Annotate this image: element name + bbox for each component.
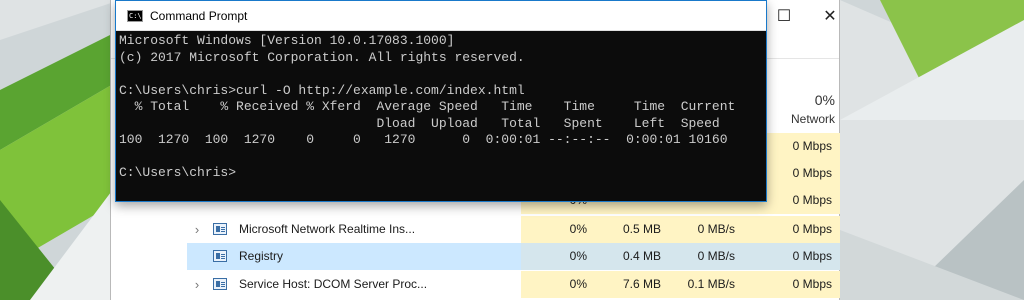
- memory-usage: 0.4 MB: [595, 243, 669, 270]
- process-row[interactable]: › Service Host: DCOM Server Proc... 0% 7.6 …: [187, 271, 840, 298]
- process-icon: [213, 216, 229, 243]
- command-prompt-window[interactable]: C:\ Command Prompt Microsoft Windows [Ve…: [115, 0, 767, 202]
- close-button[interactable]: ✕: [807, 0, 853, 32]
- process-name: Microsoft Network Realtime Ins...: [239, 222, 416, 236]
- process-icon: [213, 243, 229, 270]
- service-icon: [213, 278, 227, 290]
- service-icon: [213, 250, 227, 262]
- network-usage-percent: 0%: [814, 92, 835, 108]
- maximize-button[interactable]: ☐: [761, 0, 807, 32]
- process-row[interactable]: › Microsoft Network Realtime Ins... 0% 0.5 …: [187, 216, 840, 243]
- maximize-icon: ☐: [776, 8, 792, 25]
- service-icon: [213, 223, 227, 235]
- disk-usage: 0 MB/s: [669, 216, 743, 243]
- expand-chevron-icon[interactable]: ›: [187, 216, 207, 243]
- network-usage: 0 Mbps: [743, 243, 840, 270]
- network-usage: 0 Mbps: [743, 216, 840, 243]
- console-line: 100 1270 100 1270 0 0 1270 0 0:00:01 --:…: [119, 132, 728, 147]
- network-column-header[interactable]: 0% Network: [767, 90, 839, 130]
- network-column-label: Network: [790, 112, 835, 126]
- console-line: C:\Users\chris>curl -O http://example.co…: [119, 82, 525, 98]
- process-icon: [213, 271, 229, 298]
- memory-usage: 0.5 MB: [595, 216, 669, 243]
- cpu-usage: 0%: [521, 243, 595, 270]
- disk-usage: 0.1 MB/s: [669, 271, 743, 298]
- console-line: (c) 2017 Microsoft Corporation. All righ…: [119, 49, 525, 65]
- command-prompt-titlebar[interactable]: C:\ Command Prompt: [116, 1, 766, 31]
- disk-usage: 0 MB/s: [669, 243, 743, 270]
- expand-chevron-icon[interactable]: ›: [187, 271, 207, 298]
- window-title: Command Prompt: [150, 9, 248, 23]
- process-name: Service Host: DCOM Server Proc...: [239, 277, 428, 291]
- cpu-usage: 0%: [521, 216, 595, 243]
- process-row[interactable]: Registry 0% 0.4 MB 0 MB/s 0 Mbps: [187, 243, 840, 270]
- network-usage: 0 Mbps: [743, 271, 840, 298]
- console-line: C:\Users\chris>: [119, 165, 237, 180]
- expand-chevron-icon[interactable]: [187, 243, 207, 270]
- console-output[interactable]: Microsoft Windows [Version 10.0.17083.10…: [119, 33, 759, 201]
- console-icon: C:\: [127, 10, 143, 22]
- memory-usage: 7.6 MB: [595, 271, 669, 298]
- console-line: Microsoft Windows [Version 10.0.17083.10…: [119, 33, 455, 48]
- console-line: Dload Upload Total Spent Left Speed: [119, 115, 720, 131]
- console-line: % Total % Received % Xferd Average Speed…: [119, 99, 736, 114]
- process-name: Registry: [239, 249, 284, 263]
- close-icon: ✕: [823, 8, 837, 25]
- cpu-usage: 0%: [521, 271, 595, 298]
